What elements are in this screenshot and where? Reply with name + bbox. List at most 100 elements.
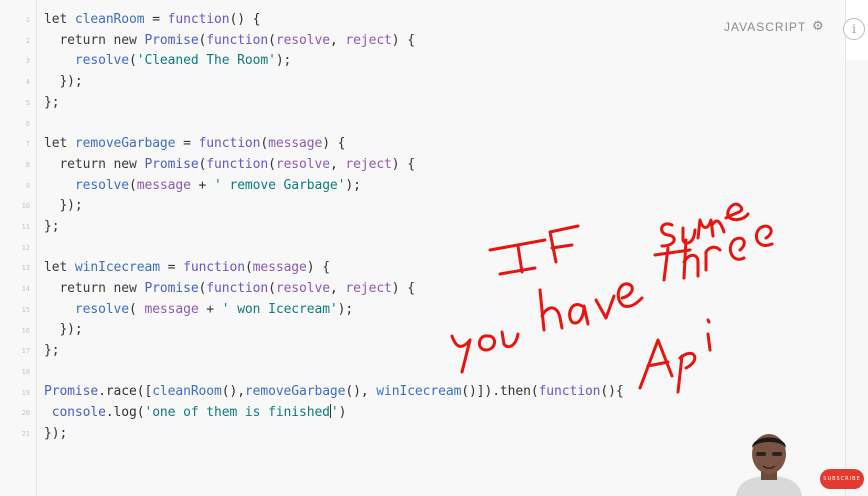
code-token: }); (44, 198, 83, 214)
code-line[interactable]: return new Promise(function(resolve, rej… (44, 279, 624, 300)
code-token: resolve (44, 177, 129, 193)
code-token: , (329, 280, 346, 296)
code-token: cleanRoom (152, 384, 222, 400)
line-number: 1 (25, 16, 30, 24)
code-token: (), (345, 384, 377, 400)
code-token: reject (345, 280, 392, 296)
line-number: 10 (21, 202, 30, 211)
code-line[interactable]: let removeGarbage = function(message) { (44, 134, 624, 155)
code-token: + (190, 177, 215, 193)
code-token: }; (44, 94, 60, 110)
code-token: }; (44, 218, 60, 234)
code-token: = (159, 260, 184, 276)
code-token: ) { (322, 136, 346, 152)
code-token: ) (338, 405, 347, 421)
code-token: ( (129, 301, 145, 317)
code-token: Promise (144, 280, 199, 296)
code-token: = (175, 136, 199, 152)
code-line[interactable]: resolve('Cleaned The Room'); (44, 51, 624, 72)
code-line[interactable]: }; (44, 93, 624, 114)
line-number: 2 (25, 36, 30, 45)
line-number: 15 (21, 305, 30, 314)
language-label[interactable]: JAVASCRIPT (724, 20, 806, 34)
line-number: 9 (25, 181, 30, 190)
code-token: let (44, 260, 75, 276)
code-line[interactable]: }; (44, 217, 624, 238)
line-number: 16 (21, 326, 30, 335)
line-number: 18 (21, 367, 30, 376)
line-number: 7 (25, 140, 30, 149)
line-number: 6 (25, 119, 30, 128)
code-line[interactable] (44, 238, 624, 259)
line-number: 11 (21, 223, 30, 231)
code-line[interactable]: resolve(message + ' remove Garbage'); (44, 176, 624, 197)
code-token: console (44, 405, 106, 421)
code-token: return new (44, 280, 145, 296)
line-number: 14 (21, 285, 30, 294)
code-token: message (268, 136, 323, 152)
code-line[interactable]: }); (44, 196, 624, 217)
code-token: function (206, 156, 269, 172)
code-token: Promise (144, 156, 199, 172)
code-token: Promise (144, 32, 199, 48)
line-number: 17 (21, 347, 30, 356)
code-token: resolve (275, 280, 330, 296)
code-token: ( (268, 156, 276, 172)
code-line[interactable]: resolve( message + ' won Icecream'); (44, 300, 624, 321)
code-token: .log( (105, 405, 145, 421)
line-number: 20 (21, 409, 30, 418)
code-content[interactable]: let cleanRoom = function() { return new … (44, 10, 624, 444)
code-token: ) { (391, 32, 415, 48)
code-line[interactable]: return new Promise(function(resolve, rej… (44, 31, 624, 52)
code-token: function (167, 12, 230, 27)
code-token: .race([ (98, 384, 153, 400)
code-token: resolve (275, 32, 330, 48)
code-line[interactable]: console.log('one of them is finished') (44, 403, 624, 424)
code-token: + (198, 301, 222, 317)
code-token: resolve (275, 156, 330, 172)
code-token: cleanRoom (74, 12, 145, 27)
code-token: }); (44, 425, 68, 441)
line-number: 4 (25, 78, 30, 87)
code-token: resolve (44, 301, 129, 317)
code-editor[interactable]: 1 2 3 4 5 6 7 8 9 10 11 12 13 14 15 16 17 18 19 20 21 let cl… (0, 0, 846, 496)
code-line[interactable]: Promise.race([cleanRoom(),removeGarbage(… (44, 382, 624, 403)
code-line[interactable]: }); (44, 424, 624, 445)
code-token: , (329, 156, 346, 172)
line-number: 13 (21, 264, 30, 273)
code-token: ); (275, 53, 292, 69)
code-token: return new (44, 32, 145, 48)
code-line[interactable]: }); (44, 320, 624, 341)
subscribe-button[interactable]: SUBSCRIBE (820, 469, 864, 489)
line-number: 8 (25, 160, 30, 169)
code-line[interactable]: return new Promise(function(resolve, rej… (44, 155, 624, 176)
code-token: resolve (44, 53, 129, 69)
line-number-gutter: 1 2 3 4 5 6 7 8 9 10 11 12 13 14 15 16 17 18 19 20 21 (0, 0, 36, 496)
info-icon[interactable]: i (843, 18, 865, 40)
code-token: function (538, 384, 601, 400)
code-line[interactable]: let cleanRoom = function() { (44, 10, 624, 31)
code-line[interactable] (44, 113, 624, 134)
code-token: winIcecream (74, 260, 160, 276)
code-token: reject (345, 32, 392, 48)
code-token: ); (345, 177, 361, 193)
code-line[interactable]: let winIcecream = function(message) { (44, 258, 624, 279)
code-line[interactable]: }; (44, 341, 624, 362)
code-token: let (44, 12, 75, 27)
code-token: }; (44, 343, 60, 358)
code-token: removeGarbage (244, 384, 346, 400)
code-token: function (206, 32, 269, 48)
code-token: }); (44, 74, 83, 90)
code-token: ( (129, 177, 137, 193)
gear-icon[interactable]: ⚙ (812, 20, 825, 33)
code-token: 'Cleaned The Room' (136, 53, 276, 69)
code-token: function (198, 136, 261, 152)
line-number: 19 (21, 388, 30, 397)
code-token: let (44, 136, 75, 152)
code-token: ( (244, 260, 253, 276)
code-line[interactable] (44, 362, 624, 383)
code-line[interactable]: }); (44, 72, 624, 93)
code-token: ( (260, 136, 269, 152)
code-token: ' won Icecream' (221, 301, 338, 317)
code-token: ' (330, 405, 339, 421)
